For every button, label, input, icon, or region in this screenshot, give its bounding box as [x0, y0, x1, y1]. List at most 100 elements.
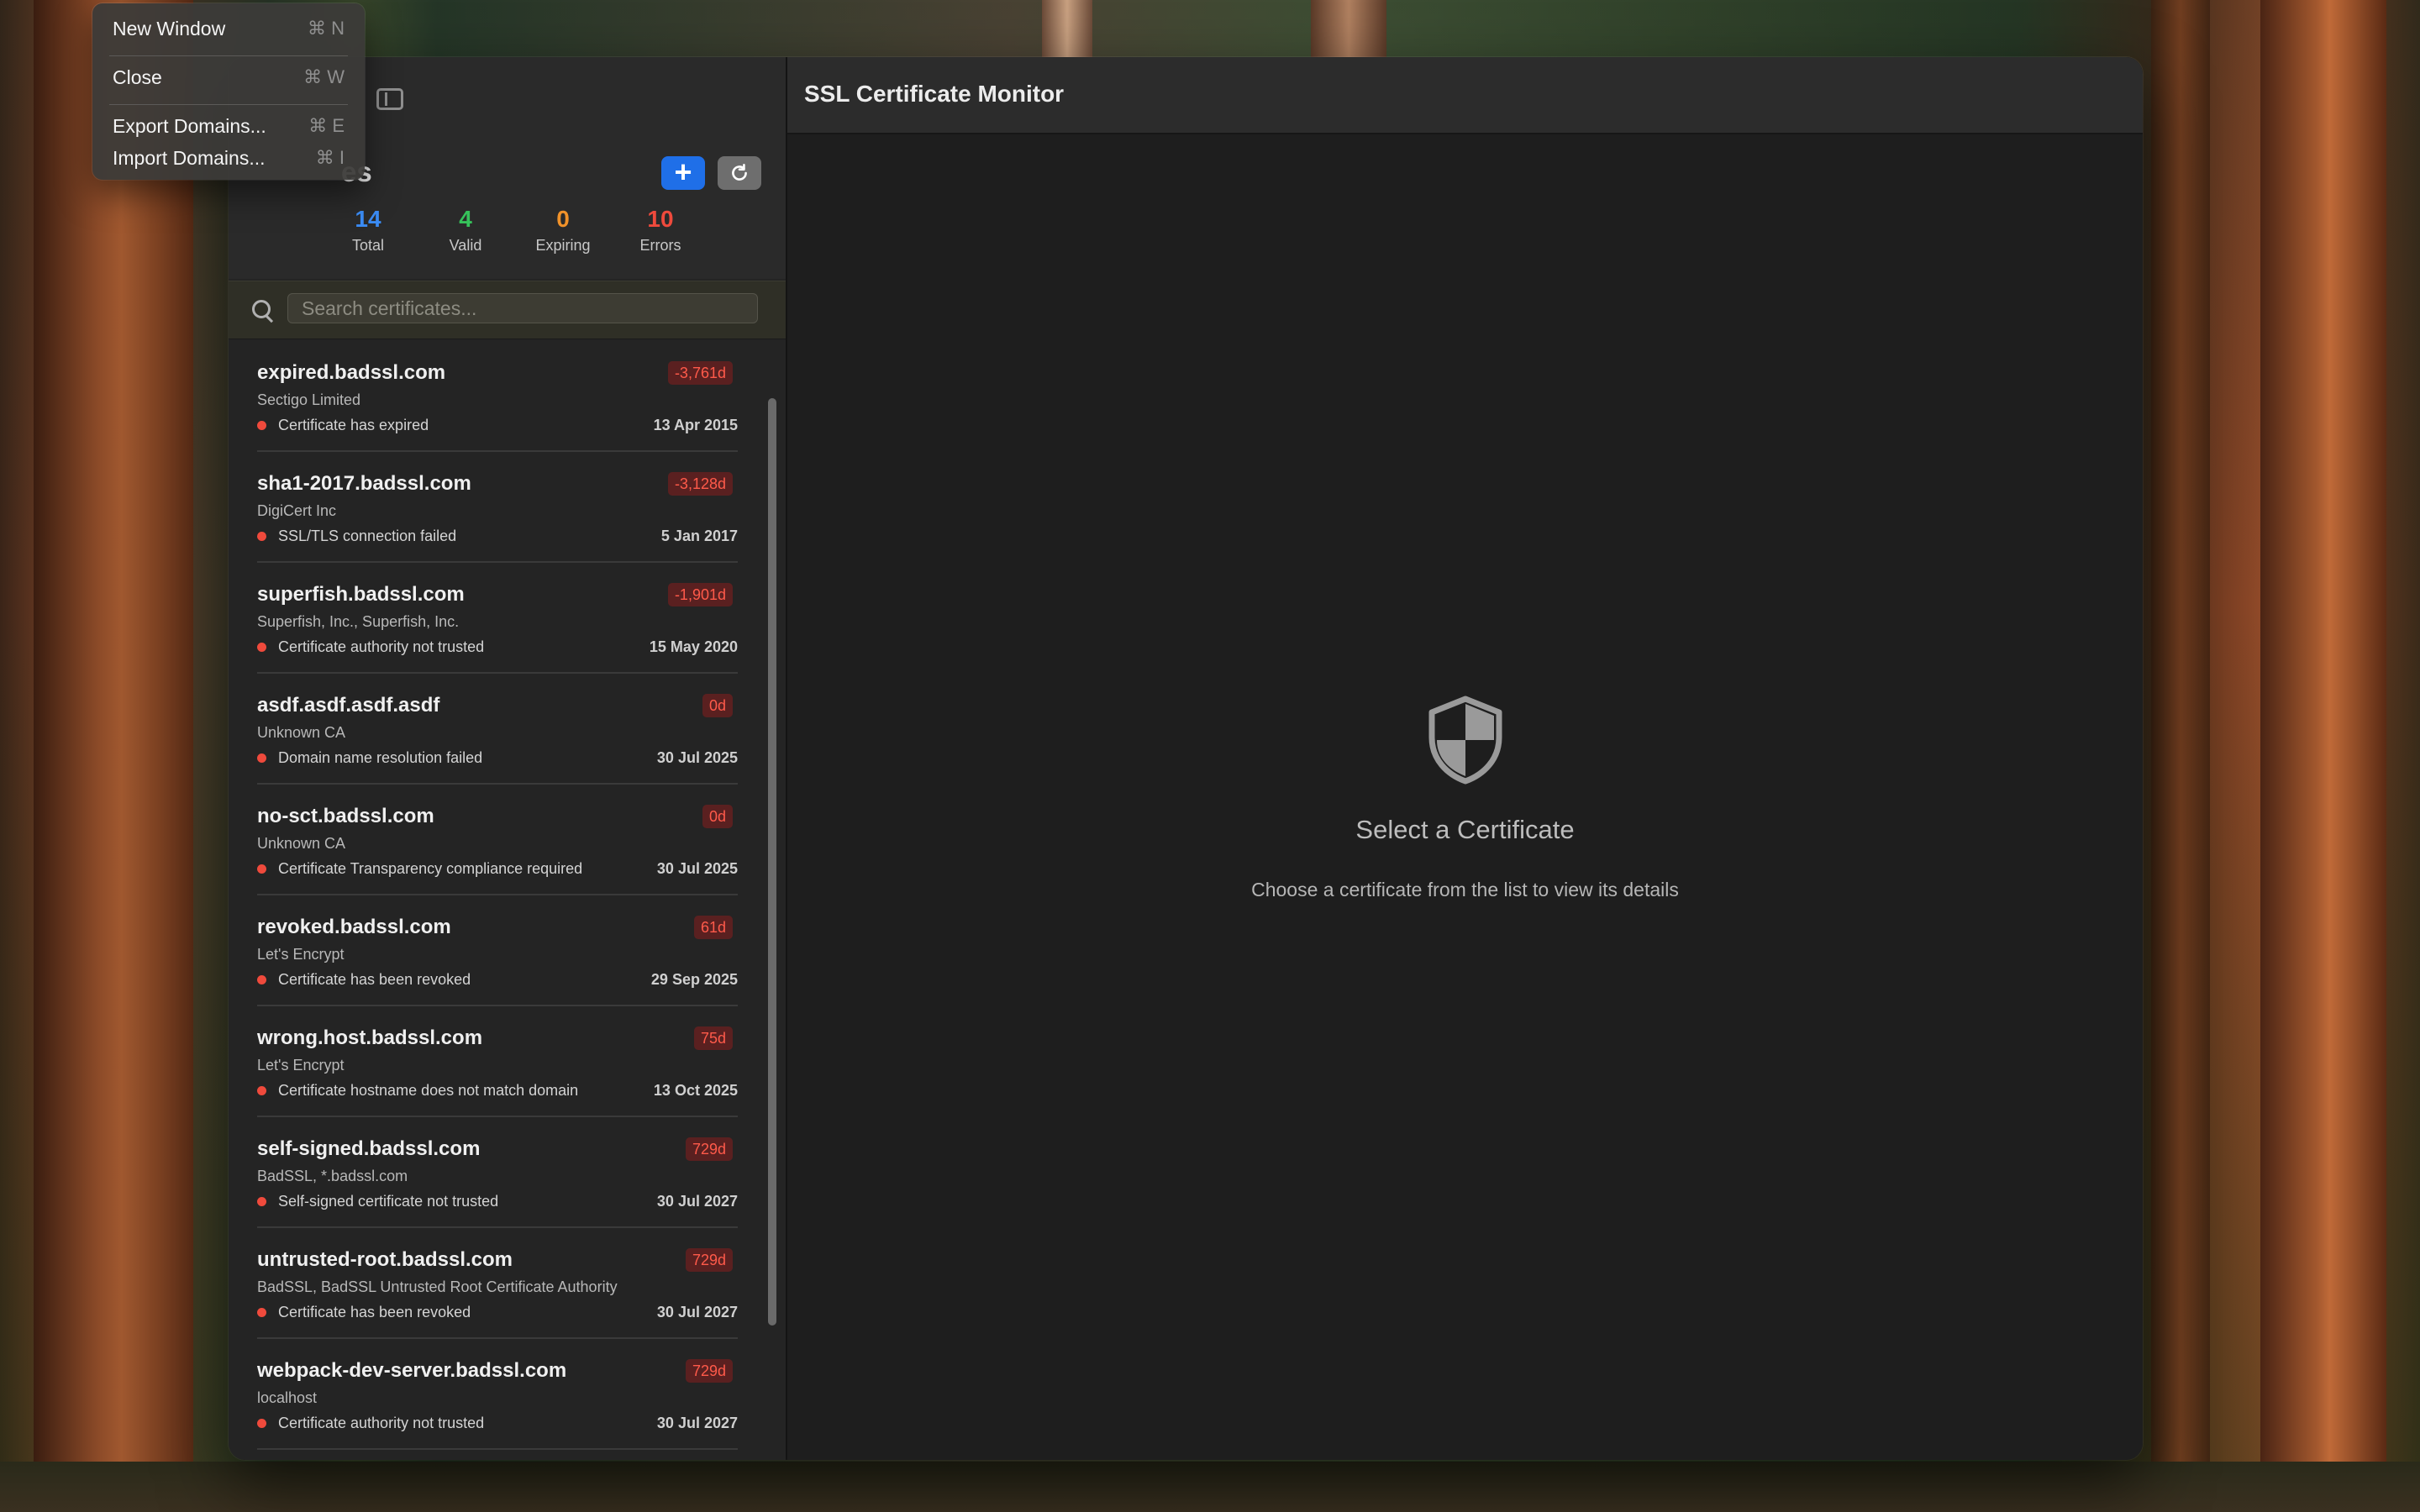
certificate-status-text: Certificate authority not trusted: [278, 638, 485, 655]
certificate-domain: wrong.host.badssl.com: [257, 1026, 483, 1049]
days-remaining-badge: 75d: [693, 1026, 733, 1050]
certificate-domain: revoked.badssl.com: [257, 916, 451, 938]
refresh-icon: [732, 163, 747, 181]
certificate-status-text: Certificate Transparency compliance requ…: [278, 860, 583, 877]
status-error-dot: [257, 975, 266, 984]
shield-icon: [1428, 696, 1502, 785]
certificate-status: Certificate has been revoked: [257, 1304, 471, 1321]
certificate-status: Self-signed certificate not trusted: [257, 1193, 498, 1210]
certificate-status-text: Certificate has expired: [278, 417, 429, 433]
menu-item-label: Export Domains...: [113, 115, 266, 137]
certificate-row[interactable]: webpack-dev-server.badssl.com 729d localho…: [257, 1337, 738, 1450]
wallpaper-tree: [2151, 0, 2210, 1512]
sidebar-icon: [376, 88, 403, 110]
certificate-row[interactable]: sha1-2017.badssl.com -3,128d DigiCert Inc S…: [257, 450, 738, 563]
certificate-row[interactable]: no-sct.badssl.com 0d Unknown CA Certificate…: [257, 783, 738, 895]
empty-subtitle: Choose a certificate from the list to vi…: [1251, 879, 1679, 900]
certificate-status-text: Certificate has been revoked: [278, 1304, 471, 1320]
stat-valid-value: 4: [459, 206, 472, 232]
certificate-row[interactable]: expired.badssl.com -3,761d Sectigo Limited…: [257, 339, 738, 452]
days-remaining-badge: 0d: [702, 694, 733, 717]
wallpaper-tree: [34, 0, 193, 1512]
days-remaining-badge: 0d: [702, 805, 733, 828]
status-error-dot: [257, 753, 266, 763]
menu-item-close[interactable]: Close ⌘ W: [113, 62, 345, 92]
certificate-row[interactable]: revoked.badssl.com 61d Let's Encrypt Certif…: [257, 894, 738, 1006]
certificate-issuer: Let's Encrypt: [257, 946, 345, 963]
list-scrollbar[interactable]: [768, 398, 776, 1326]
menu-item-label: New Window: [113, 18, 226, 39]
menu-item-shortcut: ⌘ N: [308, 18, 345, 39]
wallpaper-tree: [1042, 0, 1092, 59]
status-error-dot: [257, 532, 266, 541]
certificate-row[interactable]: untrusted-root.badssl.com 729d BadSSL, Bad…: [257, 1226, 738, 1339]
certificate-domain: asdf.asdf.asdf.asdf: [257, 694, 440, 717]
certificate-expiry-date: 5 Jan 2017: [660, 528, 738, 544]
status-error-dot: [257, 643, 266, 652]
certificate-domain: sha1-2017.badssl.com: [257, 472, 471, 495]
certificate-status-text: Certificate has been revoked: [278, 971, 471, 988]
certificate-row[interactable]: wrong.host.badssl.com 75d Let's Encrypt Cer…: [257, 1005, 738, 1117]
certificate-status-text: SSL/TLS connection failed: [278, 528, 457, 544]
certificate-status-text: Self-signed certificate not trusted: [278, 1193, 499, 1210]
menu-item-import-domains[interactable]: Import Domains... ⌘ I: [113, 143, 345, 173]
certificate-expiry-date: 30 Jul 2027: [656, 1304, 738, 1320]
certificate-list: expired.badssl.com -3,761d Sectigo Limited…: [229, 339, 766, 1460]
status-error-dot: [257, 1197, 266, 1206]
refresh-button[interactable]: [718, 156, 761, 190]
certificate-issuer: Sectigo Limited: [257, 391, 361, 408]
menu-item-label: Close: [113, 66, 162, 88]
certificate-row[interactable]: asdf.asdf.asdf.asdf 0d Unknown CA Domain na…: [257, 672, 738, 785]
certificate-status: Certificate authority not trusted: [257, 638, 484, 656]
stat-total-value: 14: [355, 206, 381, 232]
wallpaper-tree: [1311, 0, 1386, 59]
search-input[interactable]: [287, 293, 758, 323]
certificate-domain: no-sct.badssl.com: [257, 805, 434, 827]
stat-errors-label: Errors: [639, 237, 681, 254]
status-error-dot: [257, 1419, 266, 1428]
certificate-expiry-date: 15 May 2020: [649, 638, 738, 655]
menu-item-shortcut: ⌘ I: [315, 147, 345, 168]
certificate-expiry-date: 29 Sep 2025: [650, 971, 738, 988]
menu-item-export-domains[interactable]: Export Domains... ⌘ E: [113, 111, 345, 141]
menu-item-new-window[interactable]: New Window ⌘ N: [113, 13, 345, 44]
toggle-sidebar-button[interactable]: [371, 81, 408, 118]
stat-valid-label: Valid: [449, 237, 482, 254]
certificate-domain: untrusted-root.badssl.com: [257, 1248, 513, 1271]
certificate-status: SSL/TLS connection failed: [257, 528, 456, 545]
empty-title: Select a Certificate: [1355, 815, 1575, 844]
search-icon: [252, 300, 271, 318]
certificate-status: Certificate hostname does not match doma…: [257, 1082, 578, 1100]
certificate-row[interactable]: self-signed.badssl.com 729d BadSSL, *.bads…: [257, 1116, 738, 1228]
file-menu: New Window ⌘ N Close ⌘ W Export Domains.…: [92, 3, 365, 180]
status-error-dot: [257, 1308, 266, 1317]
certificate-expiry-date: 30 Jul 2027: [656, 1415, 738, 1431]
wallpaper-tree: [2260, 0, 2386, 1512]
stat-valid[interactable]: 4 Valid: [417, 205, 514, 255]
window-title: SSL Certificate Monitor: [804, 81, 1065, 107]
stat-expiring[interactable]: 0 Expiring: [514, 205, 612, 255]
detail-pane: SSL Certificate Monitor Select a Certifi…: [787, 57, 2143, 1460]
status-error-dot: [257, 864, 266, 874]
days-remaining-badge: 729d: [685, 1248, 733, 1272]
certificate-status-text: Certificate hostname does not match doma…: [278, 1082, 579, 1099]
certificate-status: Certificate authority not trusted: [257, 1415, 484, 1432]
stat-expiring-label: Expiring: [535, 237, 591, 254]
stat-total[interactable]: 14 Total: [319, 205, 417, 255]
certificate-expiry-date: 13 Oct 2025: [653, 1082, 738, 1099]
certificate-domain: webpack-dev-server.badssl.com: [257, 1359, 567, 1382]
certificate-status: Certificate has been revoked: [257, 971, 471, 989]
stat-total-label: Total: [351, 237, 385, 254]
stat-errors[interactable]: 10 Errors: [612, 205, 709, 255]
menu-item-label: Import Domains...: [113, 147, 266, 169]
certificate-issuer: Unknown CA: [257, 724, 346, 741]
certificate-expiry-date: 30 Jul 2027: [656, 1193, 738, 1210]
certificate-row[interactable]: superfish.badssl.com -1,901d Superfish, In…: [257, 561, 738, 674]
certificate-issuer: Unknown CA: [257, 835, 346, 852]
add-domain-button[interactable]: +: [661, 156, 705, 190]
menu-separator: [109, 55, 348, 56]
empty-state: Select a Certificate Choose a certificat…: [787, 696, 2143, 901]
certificate-status-text: Certificate authority not trusted: [278, 1415, 485, 1431]
search-bar: [229, 281, 786, 339]
stat-expiring-value: 0: [556, 206, 570, 232]
